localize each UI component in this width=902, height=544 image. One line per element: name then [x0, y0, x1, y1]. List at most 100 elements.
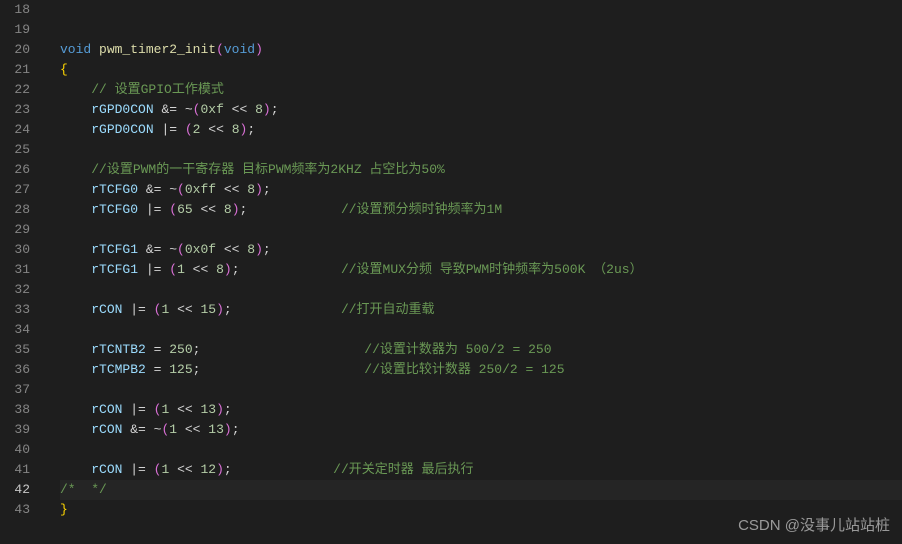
token-cmt: //设置比较计数器 250/2 = 125 — [364, 362, 564, 377]
token-paren: ( — [169, 202, 177, 217]
token-num: 13 — [201, 402, 217, 417]
token-op — [200, 342, 364, 357]
token-op — [200, 362, 364, 377]
line-number: 24 — [10, 120, 30, 140]
code-line[interactable]: rTCNTB2 = 250; //设置计数器为 500/2 = 250 — [60, 340, 902, 360]
token-var: rTCFG0 — [91, 182, 138, 197]
code-line[interactable]: rCON |= (1 << 13); — [60, 400, 902, 420]
token-op: = — [146, 342, 169, 357]
code-editor[interactable]: 1819202122232425262728293031323334353637… — [0, 0, 902, 544]
code-line[interactable] — [60, 140, 902, 160]
token-op: ; — [263, 242, 271, 257]
token-cmt: // 设置GPIO工作模式 — [91, 82, 224, 97]
code-line[interactable]: rGPD0CON |= (2 << 8); — [60, 120, 902, 140]
token-var: rTCFG1 — [91, 262, 138, 277]
line-number: 21 — [10, 60, 30, 80]
token-var: rCON — [91, 402, 122, 417]
token-op — [60, 82, 91, 97]
token-num: 65 — [177, 202, 193, 217]
token-paren: ) — [232, 202, 240, 217]
line-number: 33 — [10, 300, 30, 320]
token-var: rTCMPB2 — [91, 362, 146, 377]
token-num: 1 — [169, 422, 177, 437]
token-op — [60, 102, 91, 117]
token-op: &= ~ — [122, 422, 161, 437]
token-op: ; — [271, 102, 279, 117]
code-line[interactable]: rTCFG0 |= (65 << 8); //设置预分频时钟频率为1M — [60, 200, 902, 220]
code-line[interactable]: rCON |= (1 << 12); //开关定时器 最后执行 — [60, 460, 902, 480]
token-op: << — [216, 242, 247, 257]
code-line[interactable]: rGPD0CON &= ~(0xf << 8); — [60, 100, 902, 120]
token-op: &= ~ — [138, 182, 177, 197]
token-op: |= — [122, 302, 153, 317]
code-line[interactable] — [60, 20, 902, 40]
code-line[interactable]: //设置PWM的一干寄存器 目标PWM频率为2KHZ 占空比为50% — [60, 160, 902, 180]
token-cmt: //开关定时器 最后执行 — [333, 462, 473, 477]
line-number: 42 — [10, 480, 30, 500]
token-cmt: //设置MUX分频 导致PWM时钟频率为500K （2us） — [341, 262, 643, 277]
token-op: |= — [138, 262, 169, 277]
token-paren: ) — [216, 462, 224, 477]
token-var: rTCFG0 — [91, 202, 138, 217]
token-op — [60, 342, 91, 357]
token-cmt: //打开自动重载 — [341, 302, 435, 317]
token-paren: ) — [255, 242, 263, 257]
token-var: rTCFG1 — [91, 242, 138, 257]
code-line[interactable]: rTCMPB2 = 125; //设置比较计数器 250/2 = 125 — [60, 360, 902, 380]
code-line[interactable]: // 设置GPIO工作模式 — [60, 80, 902, 100]
token-op — [60, 242, 91, 257]
code-area[interactable]: void pwm_timer2_init(void){ // 设置GPIO工作模… — [48, 0, 902, 544]
token-num: 8 — [247, 242, 255, 257]
code-line[interactable] — [60, 0, 902, 20]
code-line[interactable] — [60, 440, 902, 460]
token-var: rGPD0CON — [91, 102, 153, 117]
token-op — [232, 462, 333, 477]
line-number: 19 — [10, 20, 30, 40]
token-op: ; — [247, 122, 255, 137]
token-num: 8 — [255, 102, 263, 117]
token-cmt: //设置预分频时钟频率为1M — [341, 202, 502, 217]
token-paren: ) — [255, 182, 263, 197]
token-op — [60, 362, 91, 377]
token-var: rCON — [91, 422, 122, 437]
token-paren: ) — [224, 422, 232, 437]
token-num: 8 — [247, 182, 255, 197]
code-line[interactable]: /* */ — [60, 480, 902, 500]
token-var: rGPD0CON — [91, 122, 153, 137]
token-op: |= — [154, 122, 185, 137]
line-number: 40 — [10, 440, 30, 460]
token-op: << — [193, 202, 224, 217]
token-op: |= — [122, 462, 153, 477]
code-line[interactable]: rCON |= (1 << 15); //打开自动重载 — [60, 300, 902, 320]
token-op: ; — [224, 402, 232, 417]
token-op — [91, 42, 99, 57]
line-number: 27 — [10, 180, 30, 200]
code-line[interactable]: rCON &= ~(1 << 13); — [60, 420, 902, 440]
code-line[interactable] — [60, 320, 902, 340]
code-line[interactable] — [60, 380, 902, 400]
code-line[interactable]: rTCFG1 &= ~(0x0f << 8); — [60, 240, 902, 260]
token-op: ; — [224, 302, 232, 317]
token-cmt: //设置PWM的一干寄存器 目标PWM频率为2KHZ 占空比为50% — [91, 162, 445, 177]
code-line[interactable]: } — [60, 500, 902, 520]
token-op: << — [224, 102, 255, 117]
token-paren: ) — [216, 302, 224, 317]
code-line[interactable]: rTCFG1 |= (1 << 8); //设置MUX分频 导致PWM时钟频率为… — [60, 260, 902, 280]
token-op — [240, 262, 341, 277]
line-number: 28 — [10, 200, 30, 220]
token-op — [60, 262, 91, 277]
token-fn: pwm_timer2_init — [99, 42, 216, 57]
line-number: 25 — [10, 140, 30, 160]
code-line[interactable] — [60, 280, 902, 300]
token-paren: ( — [177, 182, 185, 197]
code-line[interactable]: rTCFG0 &= ~(0xff << 8); — [60, 180, 902, 200]
token-op — [247, 202, 341, 217]
token-op: << — [185, 262, 216, 277]
token-num: 15 — [201, 302, 217, 317]
token-op: ; — [232, 422, 240, 437]
token-num: 0xff — [185, 182, 216, 197]
token-brace: } — [60, 502, 68, 517]
code-line[interactable]: void pwm_timer2_init(void) — [60, 40, 902, 60]
code-line[interactable]: { — [60, 60, 902, 80]
code-line[interactable] — [60, 220, 902, 240]
